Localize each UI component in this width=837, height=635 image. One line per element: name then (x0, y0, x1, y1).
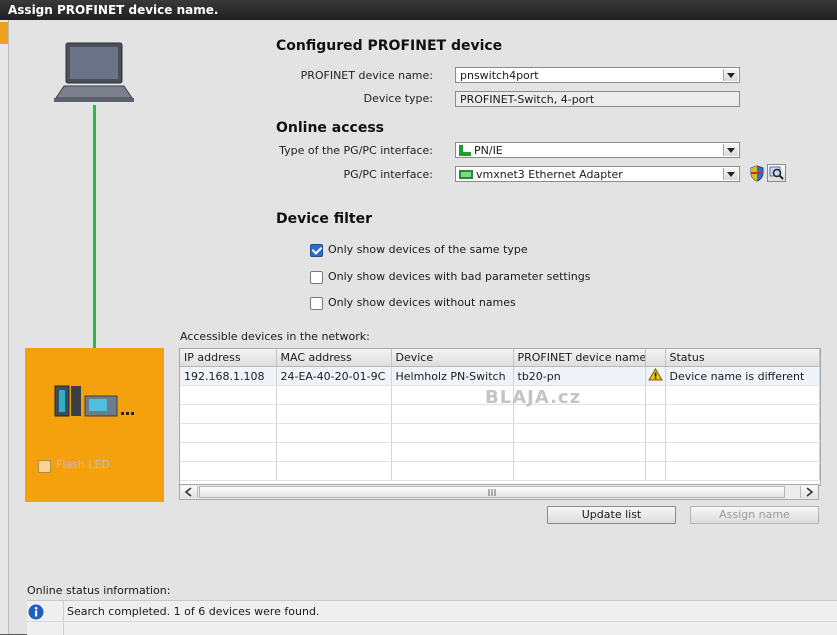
status-panel: Search completed. 1 of 6 devices were fo… (27, 600, 837, 635)
iface-label: PG/PC interface: (343, 168, 433, 181)
col-ip-address[interactable]: IP address (180, 349, 277, 367)
cell-status: Device name is different (665, 366, 820, 386)
devices-table-container: IP address MAC address Device PROFINET d… (179, 348, 821, 486)
network-adapter-icon (459, 170, 473, 179)
filter-same-type-label: Only show devices of the same type (328, 243, 528, 256)
device-name-value: pnswitch4port (460, 69, 539, 82)
chevron-right-icon (806, 487, 814, 497)
col-mac-address[interactable]: MAC address (276, 349, 392, 367)
configured-heading: Configured PROFINET device (276, 38, 503, 54)
filter-no-names-checkbox[interactable] (310, 297, 323, 310)
assign-name-button[interactable]: Assign name (690, 506, 819, 524)
info-icon (28, 604, 44, 620)
scroll-right-button[interactable] (800, 486, 817, 498)
pgpc-laptop-icon (54, 42, 134, 102)
pn-ie-icon (459, 145, 471, 156)
shield-icon[interactable] (749, 165, 765, 182)
online-status-label: Online status information: (27, 584, 171, 597)
col-pn-device-name[interactable]: PROFINET device name (513, 349, 646, 367)
iface-type-label: Type of the PG/PC interface: (279, 144, 433, 157)
left-edge (0, 20, 9, 634)
iface-type-value: PN/IE (474, 144, 503, 157)
grip-icon (488, 489, 496, 496)
chevron-down-icon[interactable] (723, 144, 738, 156)
flash-led-checkbox[interactable] (38, 460, 51, 473)
chevron-down-icon[interactable] (723, 69, 738, 81)
online-access-heading: Online access (276, 120, 385, 136)
scroll-thumb[interactable] (199, 486, 785, 498)
accessible-devices-label: Accessible devices in the network: (180, 330, 370, 343)
diagnostics-button[interactable] (767, 164, 786, 182)
dialog-content: Flash LED Configured PROFINET device PRO… (9, 20, 837, 635)
iface-type-combobox[interactable]: PN/IE (455, 142, 740, 158)
device-filter-heading: Device filter (276, 211, 372, 227)
chevron-down-icon[interactable] (723, 168, 738, 180)
filter-same-type-checkbox[interactable] (310, 244, 323, 257)
target-device-panel: Flash LED (25, 348, 164, 502)
chevron-left-icon (184, 487, 192, 497)
search-icon (769, 166, 784, 180)
table-row (180, 461, 820, 481)
cell-pn-name: tb20-pn (513, 366, 646, 386)
col-status[interactable]: Status (665, 349, 820, 367)
device-type-label: Device type: (363, 92, 433, 105)
iface-value: vmxnet3 Ethernet Adapter (476, 168, 623, 181)
switch-device-icon (54, 385, 134, 417)
filter-bad-params-checkbox[interactable] (310, 271, 323, 284)
table-row[interactable]: 192.168.1.108 24-EA-40-20-01-9C Helmholz… (180, 366, 820, 386)
iface-combobox[interactable]: vmxnet3 Ethernet Adapter (455, 166, 740, 182)
col-status-icon[interactable] (645, 349, 666, 367)
horizontal-scrollbar[interactable] (179, 484, 819, 500)
filter-no-names-label: Only show devices without names (328, 296, 516, 309)
cell-ip: 192.168.1.108 (180, 366, 277, 386)
device-name-combobox[interactable]: pnswitch4port (455, 67, 740, 83)
update-list-button[interactable]: Update list (547, 506, 676, 524)
devices-table: IP address MAC address Device PROFINET d… (180, 349, 820, 481)
flash-led-label: Flash LED (56, 458, 110, 471)
cell-status-icon (645, 366, 666, 386)
status-message: Search completed. 1 of 6 devices were fo… (67, 605, 320, 618)
dialog-title: Assign PROFINET device name. (0, 0, 837, 20)
warning-icon (647, 368, 663, 381)
col-device[interactable]: Device (391, 349, 514, 367)
dialog-window: Assign PROFINET device name. Flash LED C… (0, 0, 837, 635)
table-row (180, 442, 820, 462)
device-name-label: PROFINET device name: (300, 69, 433, 82)
table-row (180, 423, 820, 443)
cell-device: Helmholz PN-Switch (391, 366, 514, 386)
cell-mac: 24-EA-40-20-01-9C (276, 366, 392, 386)
filter-bad-params-label: Only show devices with bad parameter set… (328, 270, 591, 283)
device-type-field: PROFINET-Switch, 4-port (455, 91, 740, 107)
scroll-left-button[interactable] (181, 486, 198, 498)
watermark: BLAJA.cz (485, 387, 582, 408)
